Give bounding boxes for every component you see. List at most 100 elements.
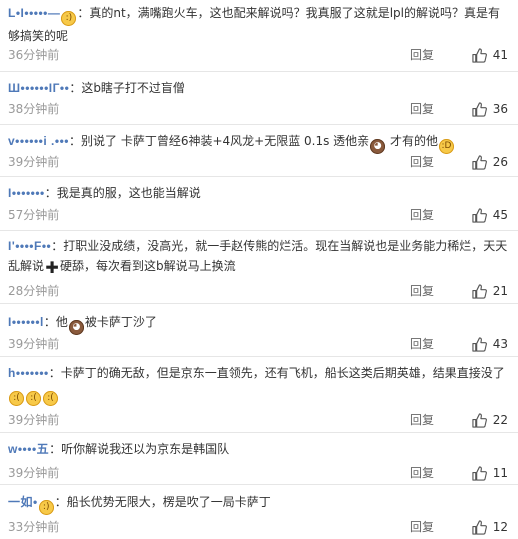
reply-button[interactable]: 回复: [410, 283, 434, 299]
smiley-emoji-icon: :D: [439, 139, 454, 154]
comment-item: I'••••F••：打职业没成绩，没高光，就一手赵传熊的烂活。现在当解说也是业务…: [0, 231, 518, 304]
comment-body: ：听你解说我还以为京东是韩国队: [49, 442, 230, 456]
comment-item: w••••五：听你解说我还以为京东是韩国队 39分钟前 回复 11: [0, 433, 518, 485]
comment-text: I'••••F••：打职业没成绩，没高光，就一手赵传熊的烂活。现在当解说也是业务…: [8, 236, 508, 276]
comment-list: L•I•••••—:) ：真的nt，满嘴跑火车，这也配来解说吗？我真服了这就是lp…: [0, 0, 518, 539]
reply-button[interactable]: 回复: [410, 47, 434, 63]
thumbs-up-icon: [472, 336, 487, 352]
like-count: 41: [492, 48, 508, 62]
like-button[interactable]: 41: [472, 47, 508, 63]
like-count: 12: [492, 520, 508, 534]
comment-username[interactable]: I•••••••: [8, 183, 45, 203]
comment-username[interactable]: Ш••••••IГ••: [8, 78, 69, 98]
reply-button[interactable]: 回复: [410, 207, 434, 223]
comment-text: v••••••i .•••：别说了 卡萨丁曾经6神装+4风龙+无限蓝 0.1s …: [8, 131, 508, 154]
comment-meta: 39分钟前 回复 43: [8, 336, 508, 352]
comment-username[interactable]: 一如•: [8, 492, 38, 512]
like-button[interactable]: 22: [472, 412, 508, 428]
comment-time: 57分钟前: [8, 208, 60, 222]
comment-text: 一如•:) ：船长优势无限大，楞是吹了一局卡萨丁: [8, 492, 508, 515]
reply-button[interactable]: 回复: [410, 336, 434, 352]
like-count: 21: [492, 284, 508, 298]
comment-item: L•I•••••—:) ：真的nt，满嘴跑火车，这也配来解说吗？我真服了这就是lp…: [0, 0, 518, 72]
like-button[interactable]: 11: [472, 465, 508, 481]
comment-meta: 39分钟前 回复 11: [8, 465, 508, 481]
comment-meta: 36分钟前 回复 41: [8, 47, 508, 63]
comment-body: ：船长优势无限大，楞是吹了一局卡萨丁: [54, 495, 271, 509]
comment-time: 36分钟前: [8, 48, 60, 62]
comment-item: I•••••••：我是真的服，这也能当解说 57分钟前 回复 45: [0, 177, 518, 231]
comment-text: Ш••••••IГ••：这b瞎子打不过盲僧: [8, 78, 508, 98]
comment-text: h•••••••：卡萨丁的确无敌，但是京东一直领先，还有飞机，船长这类后期英雄，…: [8, 363, 508, 406]
comment-username[interactable]: w••••五: [8, 439, 49, 459]
like-button[interactable]: 26: [472, 154, 508, 170]
thumbs-up-icon: [472, 207, 487, 223]
like-count: 22: [492, 413, 508, 427]
comment-time: 39分钟前: [8, 337, 60, 351]
comment-meta: 39分钟前 回复 26: [8, 154, 508, 170]
thumbs-up-icon: [472, 465, 487, 481]
thumbs-up-icon: [472, 47, 487, 63]
comment-body: ：卡萨丁的确无敌，但是京东一直领先，还有飞机，船长这类后期英雄，结果直接没了: [48, 366, 505, 380]
comment-meta: 38分钟前 回复 36: [8, 101, 508, 117]
thumbs-up-icon: [472, 519, 487, 535]
comment-username[interactable]: h•••••••: [8, 363, 49, 383]
like-button[interactable]: 12: [472, 519, 508, 535]
comment-item: h•••••••：卡萨丁的确无敌，但是京东一直领先，还有飞机，船长这类后期英雄，…: [0, 357, 518, 433]
comment-meta: 39分钟前 回复 22: [8, 412, 508, 428]
like-count: 45: [492, 208, 508, 222]
reply-button[interactable]: 回复: [410, 154, 434, 170]
smiley-emoji-icon: :(: [26, 391, 41, 406]
avatar-emoji-icon: ◕: [68, 320, 84, 335]
thumbs-up-icon: [472, 412, 487, 428]
comment-time: 39分钟前: [8, 413, 60, 427]
thumbs-up-icon: [472, 283, 487, 299]
comment-item: 一如•:) ：船长优势无限大，楞是吹了一局卡萨丁 33分钟前 回复 12: [0, 485, 518, 539]
like-button[interactable]: 21: [472, 283, 508, 299]
comment-meta: 57分钟前 回复 45: [8, 207, 508, 223]
comment-item: Ш••••••IГ••：这b瞎子打不过盲僧 38分钟前 回复 36: [0, 72, 518, 125]
comment-time: 33分钟前: [8, 520, 60, 534]
avatar-emoji-icon: ◕: [370, 139, 386, 154]
comment-body: ：他: [43, 315, 68, 329]
comment-meta: 33分钟前 回复 12: [8, 519, 508, 535]
comment-time: 39分钟前: [8, 155, 60, 169]
like-count: 26: [492, 155, 508, 169]
like-count: 11: [492, 466, 508, 480]
comment-body: ：别说了 卡萨丁曾经6神装+4风龙+无限蓝 0.1s 透他亲: [69, 134, 370, 148]
comment-item: v••••••i .•••：别说了 卡萨丁曾经6神装+4风龙+无限蓝 0.1s …: [0, 125, 518, 177]
comment-body: ：真的nt，满嘴跑火车，这也配来解说吗？我真服了这就是lpl的解说吗？真是有够搞…: [8, 6, 500, 43]
comment-time: 38分钟前: [8, 102, 60, 116]
reply-button[interactable]: 回复: [410, 412, 434, 428]
comment-text: w••••五：听你解说我还以为京东是韩国队: [8, 439, 508, 459]
comment-text: I•••••••：我是真的服，这也能当解说: [8, 183, 508, 203]
comment-text: L•I•••••—:) ：真的nt，满嘴跑火车，这也配来解说吗？我真服了这就是lp…: [8, 3, 508, 46]
like-count: 43: [492, 337, 508, 351]
comment-time: 28分钟前: [8, 284, 60, 298]
like-count: 36: [492, 102, 508, 116]
comment-item: I••••••l：他 ◕ 被卡萨丁沙了 39分钟前 回复 43: [0, 304, 518, 357]
comment-meta: 28分钟前 回复 21: [8, 283, 508, 299]
like-button[interactable]: 43: [472, 336, 508, 352]
comment-body-tail: 被卡萨丁沙了: [84, 315, 157, 329]
comment-username[interactable]: v••••••i .•••: [8, 131, 69, 151]
like-button[interactable]: 36: [472, 101, 508, 117]
reply-button[interactable]: 回复: [410, 465, 434, 481]
smiley-emoji-icon: :): [38, 500, 54, 515]
comment-time: 39分钟前: [8, 466, 60, 480]
smiley-emoji-icon: :(: [43, 391, 58, 406]
comment-body: ：这b瞎子打不过盲僧: [69, 81, 185, 95]
smiley-emoji-icon: :): [61, 11, 77, 26]
comment-username[interactable]: L•I•••••—: [8, 3, 60, 23]
cross-emoji-icon: ✚: [45, 258, 59, 277]
comment-username[interactable]: I'••••F••: [8, 236, 51, 256]
reply-button[interactable]: 回复: [410, 101, 434, 117]
comment-body-tail: 硬舔，每次看到这b解说马上换流: [60, 259, 236, 273]
comment-username[interactable]: I••••••l: [8, 312, 44, 332]
like-button[interactable]: 45: [472, 207, 508, 223]
reply-button[interactable]: 回复: [410, 519, 434, 535]
comment-text: I••••••l：他 ◕ 被卡萨丁沙了: [8, 312, 508, 335]
comment-body-tail: 才有的他: [386, 134, 438, 148]
thumbs-up-icon: [472, 154, 487, 170]
comment-body: ：我是真的服，这也能当解说: [44, 186, 201, 200]
